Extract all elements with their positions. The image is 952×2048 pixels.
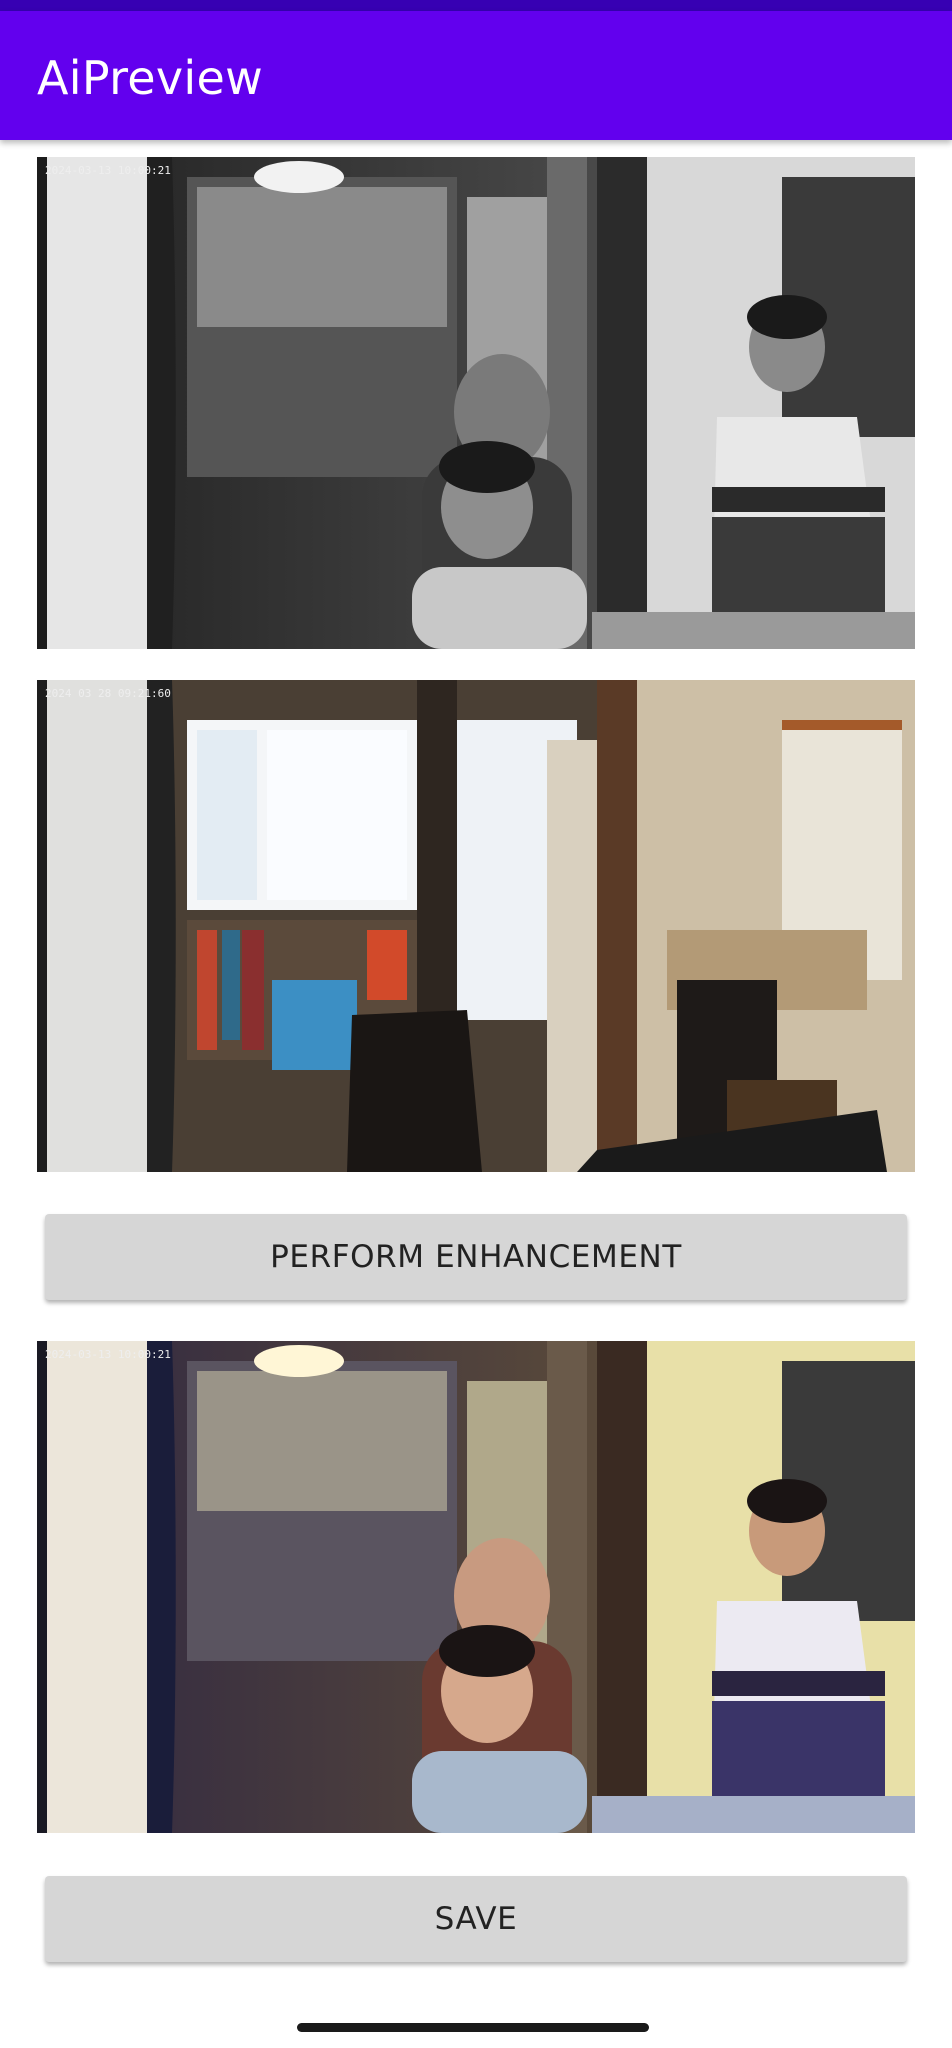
app-bar: AiPreview — [0, 11, 952, 140]
timestamp-overlay: 2024-03-13 10:00:21 — [45, 1348, 171, 1361]
reference-preview-image: 2024 03 28 09:21:60 — [37, 680, 915, 1172]
app-title: AiPreview — [37, 51, 264, 105]
home-indicator[interactable] — [297, 2023, 649, 2032]
perform-enhancement-button[interactable]: PERFORM ENHANCEMENT — [45, 1214, 907, 1300]
original-preview-image: 2024-03-13 10:00:21 — [37, 157, 915, 649]
save-button[interactable]: SAVE — [45, 1876, 907, 1962]
timestamp-overlay: 2024-03-13 10:00:21 — [45, 164, 171, 177]
enhanced-preview-image: 2024-03-13 10:00:21 — [37, 1341, 915, 1833]
status-bar — [0, 0, 952, 11]
timestamp-overlay: 2024 03 28 09:21:60 — [45, 687, 171, 700]
